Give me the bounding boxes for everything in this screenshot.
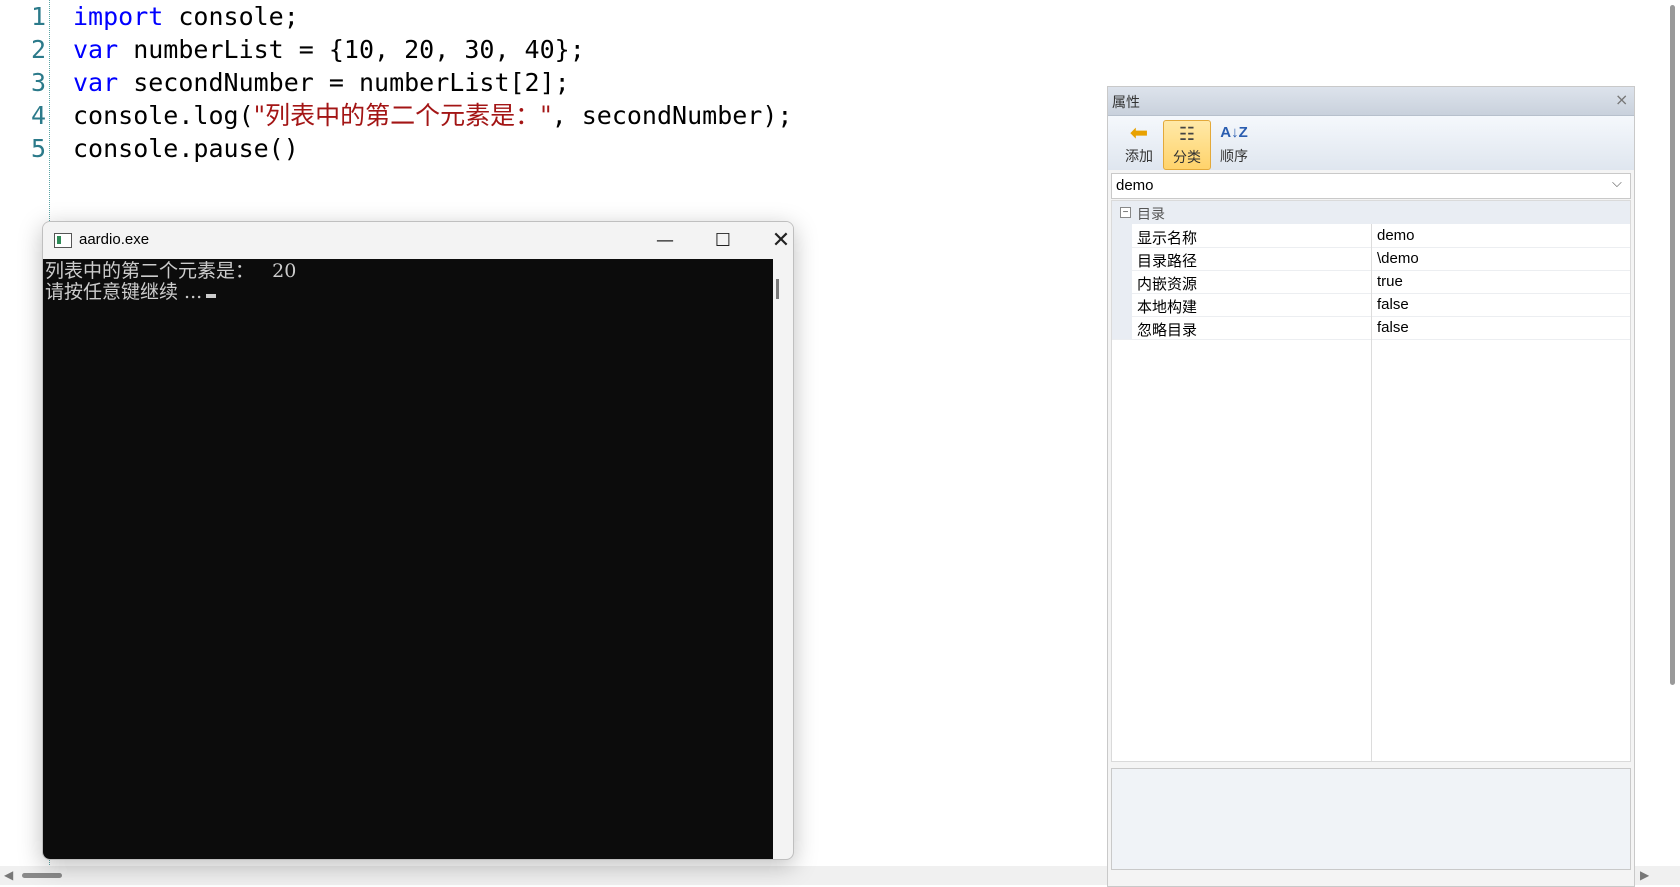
category-label: 目录 [1137, 206, 1165, 222]
console-output[interactable]: 列表中的第二个元素是： 20 请按任意键继续 ... [43, 259, 773, 859]
properties-toolbar: ⬅ 添加 ☷ 分类 A↓Z 顺序 [1108, 116, 1634, 170]
scroll-right-icon[interactable]: ▶ [1640, 868, 1649, 882]
property-name: 本地构建 [1137, 299, 1198, 316]
sort-button[interactable]: A↓Z 顺序 [1211, 120, 1257, 168]
maximize-button[interactable]: ☐ [701, 226, 745, 256]
property-name: 忽略目录 [1137, 322, 1198, 339]
code-line[interactable]: import console; [73, 0, 299, 34]
code-text: secondNumber = numberList[2]; [118, 68, 570, 97]
add-button-label: 添加 [1125, 148, 1153, 164]
categorized-icon: ☷ [1178, 124, 1196, 144]
line-number: 3 [30, 68, 46, 97]
code-text: numberList = {10, 20, 30, 40}; [118, 35, 585, 64]
object-selector-value: demo [1116, 177, 1154, 194]
console-title: aardio.exe [79, 231, 150, 248]
keyword-token: import [73, 2, 164, 31]
row-margin [1112, 224, 1132, 247]
property-grid: − 目录 显示名称 demo 目录路径 \demo 内嵌资源 true 本地构建… [1111, 200, 1631, 762]
categorized-button-label: 分类 [1173, 149, 1201, 165]
properties-header: 属性 × [1108, 87, 1634, 116]
horizontal-scrollbar-thumb[interactable] [22, 873, 62, 878]
property-value[interactable]: \demo [1377, 250, 1419, 267]
string-token: "列表中的第二个元素是：" [253, 101, 552, 130]
code-text: , secondNumber); [551, 101, 793, 130]
categorized-button[interactable]: ☷ 分类 [1163, 120, 1211, 170]
console-output-text: 请按任意键继续 ... [45, 281, 203, 303]
keyword-token: var [73, 68, 119, 97]
chevron-down-icon[interactable]: ⌵ [1612, 176, 1622, 191]
code-text: console; [163, 2, 299, 31]
code-text: console.pause() [73, 134, 299, 163]
property-value[interactable]: false [1377, 319, 1409, 336]
console-scrollbar-thumb[interactable] [776, 279, 779, 299]
console-output-text: 列表中的第二个元素是： 20 [45, 260, 297, 282]
properties-title: 属性 [1112, 94, 1140, 110]
console-app-icon [54, 233, 72, 248]
row-margin [1112, 247, 1132, 270]
object-selector-dropdown[interactable]: demo ⌵ [1111, 173, 1631, 199]
property-value[interactable]: true [1377, 273, 1403, 290]
minimize-button[interactable]: — [643, 226, 687, 256]
vertical-scrollbar-thumb[interactable] [1670, 5, 1675, 685]
collapse-icon[interactable]: − [1120, 207, 1131, 218]
panel-close-icon[interactable]: × [1615, 90, 1628, 109]
text-cursor [206, 294, 217, 298]
row-margin [1112, 316, 1132, 339]
console-output-line: 请按任意键继续 ... [45, 281, 217, 303]
property-name: 目录路径 [1137, 253, 1198, 270]
close-button[interactable]: ✕ [759, 226, 793, 256]
properties-panel: 属性 × ⬅ 添加 ☷ 分类 A↓Z 顺序 demo ⌵ − 目录 显示名称 d… [1107, 86, 1635, 887]
keyword-token: var [73, 35, 119, 64]
arrow-left-icon: ⬅ [1129, 120, 1149, 145]
line-number: 4 [30, 101, 46, 130]
code-text: console.log( [73, 101, 254, 130]
property-name: 显示名称 [1137, 230, 1198, 247]
property-category[interactable]: − 目录 [1112, 201, 1630, 224]
property-description-area [1111, 768, 1631, 870]
property-value[interactable]: false [1377, 296, 1409, 313]
line-number: 2 [30, 35, 46, 64]
code-line[interactable]: console.pause() [73, 132, 299, 166]
code-line[interactable]: console.log("列表中的第二个元素是：", secondNumber)… [73, 99, 792, 133]
column-divider[interactable] [1371, 224, 1372, 761]
console-window[interactable]: aardio.exe — ☐ ✕ 列表中的第二个元素是： 20 请按任意键继续 … [42, 221, 794, 860]
row-margin [1112, 270, 1132, 293]
sort-az-icon: A↓Z [1220, 124, 1248, 141]
console-titlebar[interactable]: aardio.exe — ☐ ✕ [43, 222, 793, 259]
scroll-left-icon[interactable]: ◀ [4, 868, 13, 882]
property-value[interactable]: demo [1377, 227, 1415, 244]
code-line[interactable]: var secondNumber = numberList[2]; [73, 66, 570, 100]
row-margin [1112, 293, 1132, 316]
sort-button-label: 顺序 [1220, 148, 1248, 164]
line-number: 5 [30, 134, 46, 163]
property-name: 内嵌资源 [1137, 276, 1198, 293]
add-button[interactable]: ⬅ 添加 [1116, 120, 1162, 168]
console-output-line: 列表中的第二个元素是： 20 [45, 261, 296, 282]
line-number: 1 [30, 2, 46, 31]
code-line[interactable]: var numberList = {10, 20, 30, 40}; [73, 33, 585, 67]
